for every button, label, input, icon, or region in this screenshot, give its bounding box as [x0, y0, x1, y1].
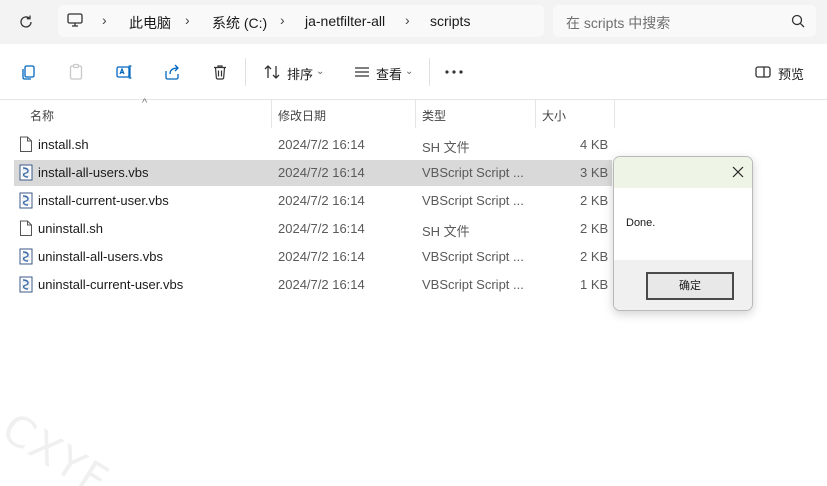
file-row[interactable]: install.sh 2024/7/2 16:14 SH 文件 4 KB: [14, 132, 612, 158]
file-row[interactable]: install-all-users.vbs 2024/7/2 16:14 VBScr…: [14, 160, 612, 186]
dialog-footer: 确定: [614, 260, 752, 310]
copy-icon[interactable]: [16, 60, 40, 84]
preview-button[interactable]: 预览: [778, 64, 804, 83]
chevron-down-icon[interactable]: ⌄: [316, 66, 324, 77]
sort-icon[interactable]: [260, 60, 284, 84]
vbscript-icon: [19, 164, 33, 181]
toolbar-separator: [429, 58, 430, 86]
file-size: 2 KB: [580, 193, 609, 208]
vbscript-icon: [19, 276, 33, 293]
column-divider[interactable]: [415, 100, 416, 128]
dialog-title-bar: [614, 157, 752, 188]
file-modified: 2024/7/2 16:14: [278, 249, 365, 264]
paste-icon[interactable]: [64, 60, 88, 84]
file-modified: 2024/7/2 16:14: [278, 277, 365, 292]
toolbar-separator: [245, 58, 246, 86]
document-icon: [19, 136, 33, 153]
view-icon[interactable]: [350, 60, 374, 84]
search-input[interactable]: 在 scripts 中搜索: [553, 5, 816, 37]
file-size: 4 KB: [580, 137, 609, 152]
file-modified: 2024/7/2 16:14: [278, 165, 365, 180]
column-header-row: 名称 ^ 修改日期 类型 大小: [0, 97, 827, 128]
file-name: uninstall-current-user.vbs: [38, 277, 184, 292]
file-modified: 2024/7/2 16:14: [278, 221, 365, 236]
column-header-type[interactable]: 类型: [422, 107, 446, 124]
chevron-right-icon: ›: [405, 12, 410, 28]
view-button[interactable]: 查看: [376, 64, 402, 83]
file-size: 2 KB: [580, 249, 609, 264]
sort-ascending-icon: ^: [142, 97, 148, 109]
crumb-ja-netfilter-all[interactable]: ja-netfilter-all: [305, 13, 385, 29]
document-icon: [19, 220, 33, 237]
command-bar: 排序 ⌄ 查看 ⌄ 预览: [0, 44, 827, 100]
file-modified: 2024/7/2 16:14: [278, 193, 365, 208]
dialog-message: Done.: [626, 217, 656, 229]
file-name: install-all-users.vbs: [38, 165, 149, 180]
file-row[interactable]: uninstall-all-users.vbs 2024/7/2 16:14 VBS…: [14, 244, 612, 270]
rename-icon[interactable]: [112, 60, 136, 84]
file-type: SH 文件: [422, 224, 470, 239]
file-name: uninstall.sh: [38, 221, 104, 236]
column-header-name[interactable]: 名称: [30, 107, 54, 124]
file-name: install-current-user.vbs: [38, 193, 169, 208]
address-bar-row: › 此电脑 › 系统 (C:) › ja-netfilter-all › scr…: [0, 0, 827, 44]
share-icon[interactable]: [160, 60, 184, 84]
vbscript-icon: [19, 248, 33, 265]
column-divider[interactable]: [614, 100, 615, 128]
message-dialog: Done. 确定: [613, 156, 753, 311]
column-header-size[interactable]: 大小: [542, 107, 566, 124]
search-placeholder: 在 scripts 中搜索: [566, 15, 671, 31]
more-options-icon[interactable]: [442, 60, 466, 84]
close-icon[interactable]: [730, 164, 746, 180]
search-icon[interactable]: [790, 13, 806, 29]
file-modified: 2024/7/2 16:14: [278, 137, 365, 152]
file-type: SH 文件: [422, 140, 470, 155]
chevron-right-icon: ›: [280, 12, 285, 28]
file-name: install.sh: [38, 137, 89, 152]
preview-pane-icon[interactable]: [751, 60, 775, 84]
file-row[interactable]: install-current-user.vbs 2024/7/2 16:14 VB…: [14, 188, 612, 214]
crumb-this-pc[interactable]: 此电脑: [129, 13, 171, 33]
refresh-icon[interactable]: [14, 10, 38, 34]
breadcrumb[interactable]: › 此电脑 › 系统 (C:) › ja-netfilter-all › scr…: [58, 5, 544, 37]
file-type: VBScript Script ...: [422, 249, 524, 264]
column-divider[interactable]: [535, 100, 536, 128]
column-header-modified[interactable]: 修改日期: [278, 107, 326, 124]
ok-button[interactable]: 确定: [646, 272, 734, 300]
file-type: VBScript Script ...: [422, 165, 524, 180]
column-divider[interactable]: [271, 100, 272, 128]
crumb-system-drive[interactable]: 系统 (C:): [212, 13, 267, 33]
crumb-scripts[interactable]: scripts: [430, 13, 470, 29]
sort-button[interactable]: 排序: [287, 64, 313, 83]
file-size: 1 KB: [580, 277, 609, 292]
delete-icon[interactable]: [208, 60, 232, 84]
file-size: 2 KB: [580, 221, 609, 236]
file-row[interactable]: uninstall.sh 2024/7/2 16:14 SH 文件 2 KB: [14, 216, 612, 242]
file-type: VBScript Script ...: [422, 193, 524, 208]
file-name: uninstall-all-users.vbs: [38, 249, 163, 264]
chevron-right-icon: ›: [185, 12, 190, 28]
chevron-down-icon[interactable]: ⌄: [405, 66, 413, 77]
file-row[interactable]: uninstall-current-user.vbs 2024/7/2 16:14…: [14, 272, 612, 298]
chevron-right-icon: ›: [102, 12, 107, 28]
computer-icon[interactable]: [66, 11, 84, 32]
watermark: CXYF: [0, 403, 119, 486]
file-type: VBScript Script ...: [422, 277, 524, 292]
file-size: 3 KB: [580, 165, 609, 180]
vbscript-icon: [19, 192, 33, 209]
